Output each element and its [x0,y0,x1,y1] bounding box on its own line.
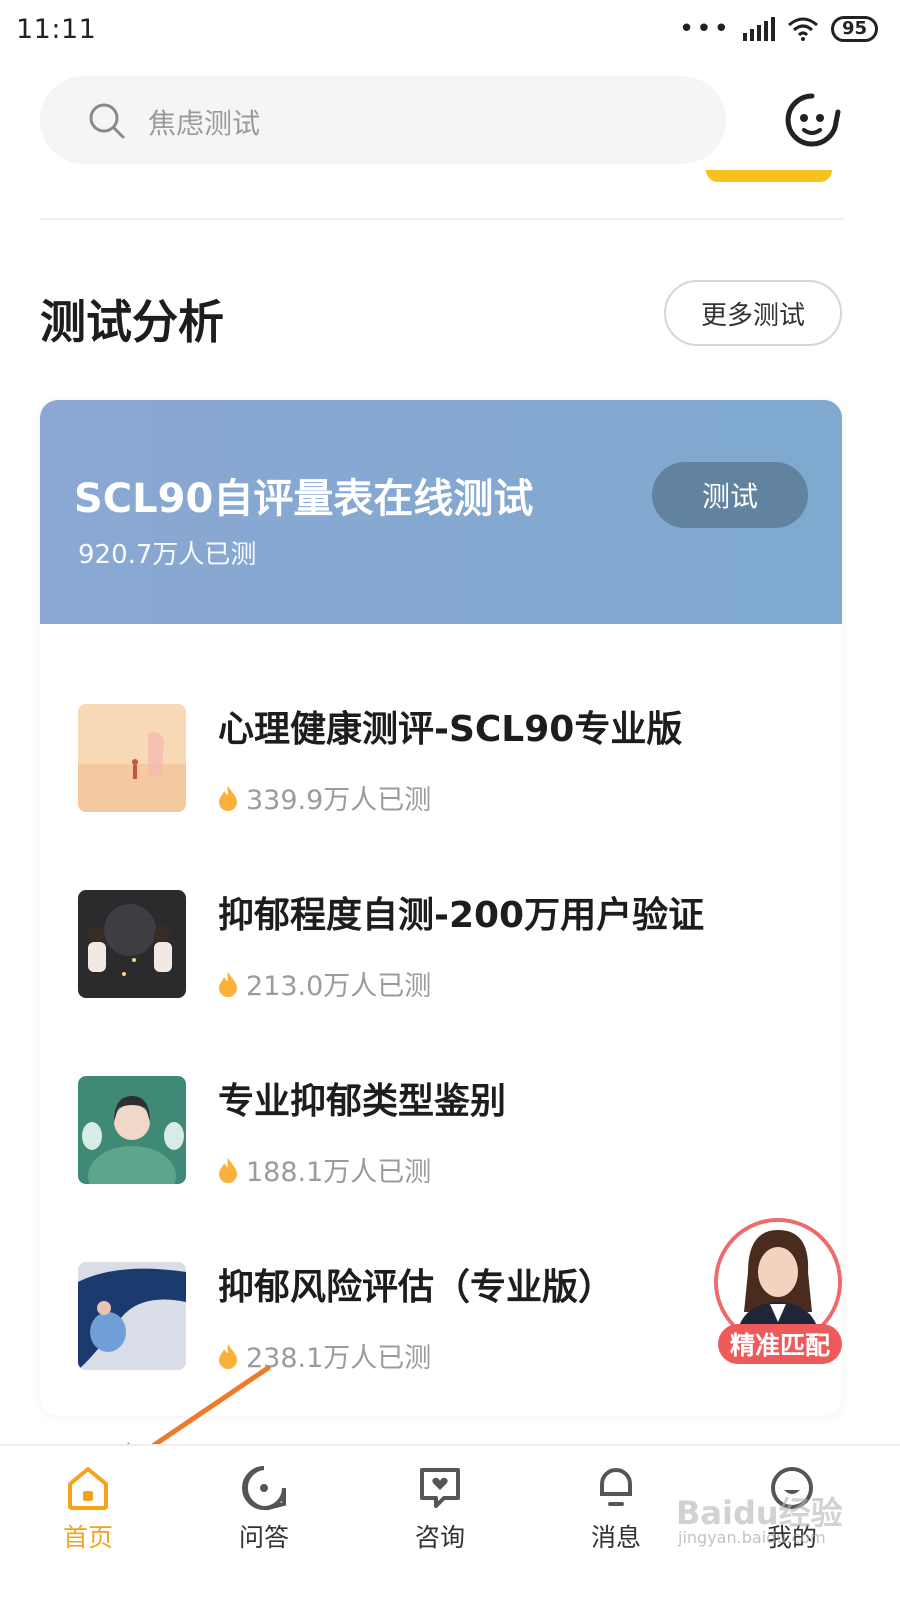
wifi-icon [787,17,818,41]
tab-label: 咨询 [414,1523,465,1552]
list-item[interactable]: 心理健康测评-SCL90专业版 339.9万人已测 [78,704,818,817]
test-count-text: 188.1万人已测 [246,1157,432,1188]
test-count: 339.9万人已测 [218,778,431,817]
list-item[interactable]: 抑郁程度自测-200万用户验证 213.0万人已测 [78,890,818,1003]
status-icons: ••• 95 [679,16,878,42]
test-thumbnail [78,890,186,998]
tab-home[interactable]: 首页 [28,1464,148,1574]
divider [40,218,844,220]
status-time: 11:11 [16,14,97,45]
message-icon [600,1468,632,1506]
qa-icon [242,1466,286,1511]
precise-match-widget[interactable]: 精准匹配 [714,1210,846,1368]
tab-label: 问答 [238,1523,289,1552]
chatbot-icon[interactable] [782,92,842,148]
featured-test-title: SCL90自评量表在线测试 [74,476,534,522]
test-thumbnail [78,1076,186,1184]
test-title: 心理健康测评-SCL90专业版 [218,709,683,750]
home-icon [68,1467,108,1510]
featured-test-banner[interactable]: SCL90自评量表在线测试 920.7万人已测 测试 [40,400,842,624]
test-count-text: 339.9万人已测 [246,785,432,816]
featured-test-count: 920.7万人已测 [78,540,257,570]
tab-label: 首页 [62,1523,113,1552]
baidu-watermark-url: jingyan.baidu.com [678,1528,826,1547]
list-item[interactable]: 抑郁风险评估（专业版） 238.1万人已测 [78,1262,818,1374]
tab-label: 消息 [590,1523,641,1552]
test-thumbnail [78,704,186,812]
flame-icon [219,971,237,997]
start-test-button[interactable]: 测试 [652,462,808,528]
test-title: 抑郁程度自测-200万用户验证 [218,895,705,936]
signal-icon [742,17,775,41]
test-count-text: 213.0万人已测 [246,971,432,1002]
test-title: 抑郁风险评估（专业版） [218,1267,615,1308]
precise-match-label: 精准匹配 [718,1324,842,1364]
flame-icon [219,1157,237,1183]
flame-icon [219,785,237,811]
section-title: 测试分析 [40,295,224,349]
test-count: 188.1万人已测 [218,1150,431,1189]
more-dots-icon: ••• [678,14,731,44]
test-title: 专业抑郁类型鉴别 [218,1081,507,1122]
search-icon [89,103,125,139]
tab-consult[interactable]: 咨询 [380,1464,500,1574]
tab-indicator [706,170,832,182]
more-tests-button[interactable]: 更多测试 [664,280,842,346]
search-input[interactable]: 焦虑测试 [40,76,726,164]
list-item[interactable]: 专业抑郁类型鉴别 188.1万人已测 [78,1076,818,1189]
test-thumbnail [78,1262,186,1370]
search-placeholder: 焦虑测试 [148,107,261,140]
consult-icon [420,1468,460,1508]
test-count: 213.0万人已测 [218,964,431,1003]
tab-messages[interactable]: 消息 [556,1464,676,1574]
tab-qa[interactable]: 问答 [204,1464,324,1574]
battery-indicator: 95 [830,16,878,42]
